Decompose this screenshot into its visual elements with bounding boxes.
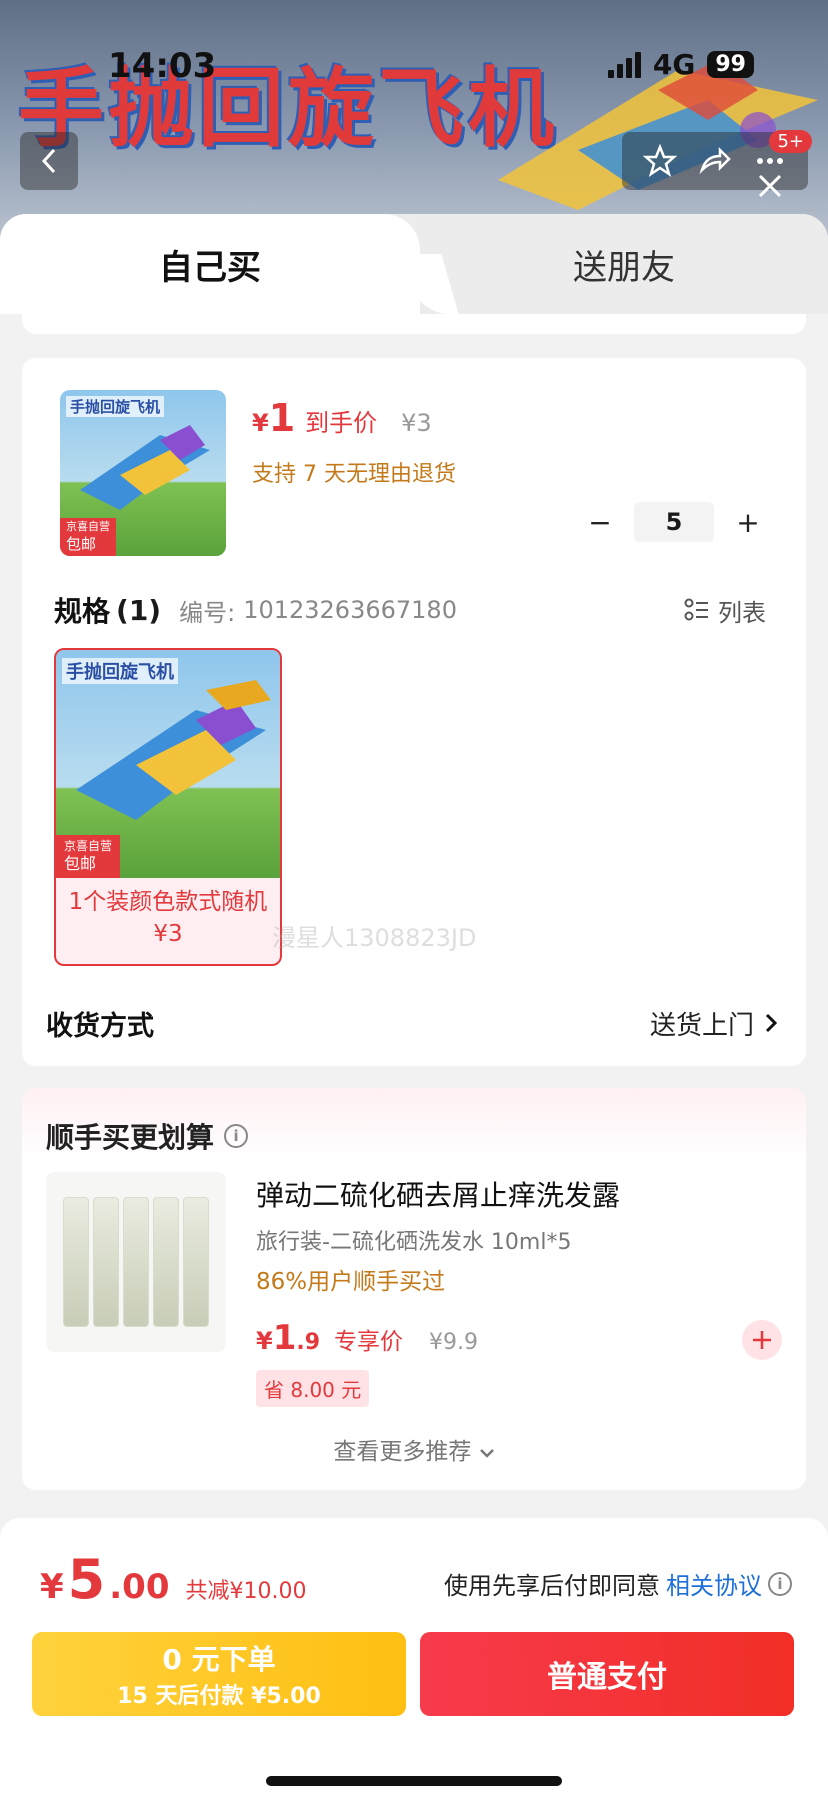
currency-symbol: ¥ — [256, 1327, 273, 1355]
price-int: 1 — [272, 1318, 297, 1358]
free-shipping-tag: 京喜自营 包邮 — [56, 835, 121, 878]
product-image: 手抛回旋飞机 京喜自营 包邮 — [60, 390, 226, 556]
upsell-product-image[interactable] — [46, 1172, 226, 1352]
upsell-original-price: ¥9.9 — [429, 1330, 479, 1355]
watermark-text: 漫星人1308823JD — [272, 924, 477, 952]
price-value: 1 — [268, 396, 296, 440]
plus-icon — [753, 1331, 771, 1349]
info-icon[interactable]: i — [224, 1124, 249, 1148]
pay-later-subtitle: 15 天后付款 ¥5.00 — [117, 1684, 321, 1709]
agreement-link[interactable]: 相关协议 — [666, 1566, 762, 1601]
decrease-quantity-button[interactable]: − — [582, 504, 618, 540]
network-label: 4G — [652, 48, 696, 81]
upsell-product-name[interactable]: 弹动二硫化硒去屑止痒洗发露 — [256, 1174, 620, 1214]
back-button[interactable] — [20, 132, 78, 190]
info-icon[interactable]: i — [768, 1571, 792, 1596]
shipping-label: 收货方式 — [46, 1010, 154, 1042]
free-shipping-label: 包邮 — [66, 535, 97, 553]
price-decimal: .9 — [296, 1330, 321, 1355]
upsell-price-line: ¥1.9 专享价 ¥9.9 — [256, 1318, 478, 1358]
pay-now-button[interactable]: 普通支付 — [420, 1632, 794, 1716]
price-line: ¥1 到手价 ¥3 — [252, 396, 432, 440]
total-discount: 共减¥10.00 — [185, 1579, 307, 1604]
message-badge: 5+ — [769, 130, 812, 153]
savings-badge: 省 8.00 元 — [256, 1370, 370, 1407]
star-icon[interactable] — [642, 144, 677, 178]
shipping-value: 送货上门 — [650, 1005, 778, 1042]
add-upsell-button[interactable] — [742, 1320, 782, 1360]
spec-count: (1) — [116, 593, 162, 627]
more-recommendations-label: 查看更多推荐 — [333, 1439, 472, 1465]
return-policy-note: 支持 7 天无理由退货 — [252, 462, 456, 487]
upsell-title: 顺手买更划算 — [46, 1121, 215, 1154]
free-shipping-label: 包邮 — [64, 854, 97, 873]
original-price: ¥3 — [401, 409, 432, 437]
chevron-down-icon — [479, 1449, 494, 1458]
upsell-card: 顺手买更划算 i 弹动二硫化硒去屑止痒洗发露 旅行装-二硫化硒洗发水 10ml*… — [22, 1088, 806, 1490]
currency-symbol: ¥ — [40, 1567, 64, 1607]
agreement-text: 使用先享后付即同意 — [444, 1572, 660, 1600]
currency-symbol: ¥ — [252, 409, 269, 437]
status-time: 14:03 — [108, 46, 217, 86]
total-price: ¥ 5 .00 共减¥10.00 — [40, 1548, 306, 1611]
battery-indicator: 99 — [707, 51, 754, 78]
status-indicators: 4G 99 — [607, 48, 754, 81]
pay-later-title: 0 元下单 — [162, 1643, 276, 1676]
agreement-note: 使用先享后付即同意 相关协议 i — [444, 1566, 792, 1601]
total-decimal: .00 — [109, 1567, 170, 1607]
pay-later-button[interactable]: 0 元下单 15 天后付款 ¥5.00 — [32, 1632, 406, 1716]
close-icon[interactable] — [750, 166, 790, 206]
list-view-toggle[interactable]: 列表 — [684, 593, 766, 628]
total-int: 5 — [67, 1548, 106, 1611]
list-icon — [684, 598, 708, 621]
upsell-popularity: 86%用户顺手买过 — [256, 1269, 446, 1295]
tab-underlay — [22, 314, 806, 334]
exclusive-price-label: 专享价 — [334, 1329, 404, 1355]
product-thumbnail[interactable]: 手抛回旋飞机 京喜自营 包邮 — [60, 390, 226, 556]
product-config-card: 手抛回旋飞机 京喜自营 包邮 ¥1 到手价 ¥3 支持 7 天无理由退货 − 5… — [22, 358, 806, 1066]
upsell-product-subtitle: 旅行装-二硫化硒洗发水 10ml*5 — [256, 1230, 572, 1255]
final-price-label: 到手价 — [305, 409, 378, 437]
share-icon[interactable] — [698, 144, 732, 178]
increase-quantity-button[interactable]: + — [730, 504, 766, 540]
sku-label: 编号: — [179, 598, 236, 627]
home-indicator — [266, 1776, 562, 1786]
checkout-footer: ¥ 5 .00 共减¥10.00 使用先享后付即同意 相关协议 i 0 元下单 … — [0, 1518, 828, 1801]
more-recommendations-link[interactable]: 查看更多推荐 — [22, 1432, 806, 1466]
tab-gift-to-friend[interactable]: 送朋友 — [420, 214, 828, 314]
shipping-method-row[interactable]: 收货方式 送货上门 — [46, 998, 778, 1048]
quantity-input[interactable]: 5 — [634, 502, 714, 542]
product-hero-banner: 手抛回旋飞机 14:03 4G 99 5+ — [0, 0, 828, 240]
chevron-left-icon — [41, 148, 56, 174]
upsell-price: ¥1.9 — [256, 1318, 320, 1358]
self-operated-label: 京喜自营 — [66, 520, 110, 533]
shipping-method: 送货上门 — [649, 1010, 754, 1041]
free-shipping-tag: 京喜自营 包邮 — [60, 518, 116, 556]
sku-number: 10123263667180 — [243, 596, 457, 624]
tab-buy-for-self[interactable]: 自己买 — [0, 214, 420, 314]
option-description: 1个装颜色款式随机 ¥3 — [68, 889, 268, 947]
spec-title: 规格 — [54, 595, 111, 628]
signal-icon — [607, 51, 641, 78]
final-price: ¥1 — [252, 396, 295, 440]
list-label: 列表 — [718, 598, 766, 627]
spec-header: 规格 (1) 编号: 10123263667180 列表 — [54, 590, 766, 630]
quantity-stepper: − 5 + — [582, 502, 766, 542]
purchase-tabs: 自己买 送朋友 — [0, 214, 828, 314]
spec-option-selected[interactable]: 手抛回旋飞机 京喜自营 包邮 1个装颜色款式随机 ¥3 — [54, 648, 282, 966]
self-operated-label: 京喜自营 — [64, 839, 113, 853]
chevron-right-icon — [765, 1013, 778, 1033]
upsell-header: 顺手买更划算 i — [46, 1116, 249, 1156]
option-image: 手抛回旋飞机 京喜自营 包邮 — [56, 650, 280, 878]
